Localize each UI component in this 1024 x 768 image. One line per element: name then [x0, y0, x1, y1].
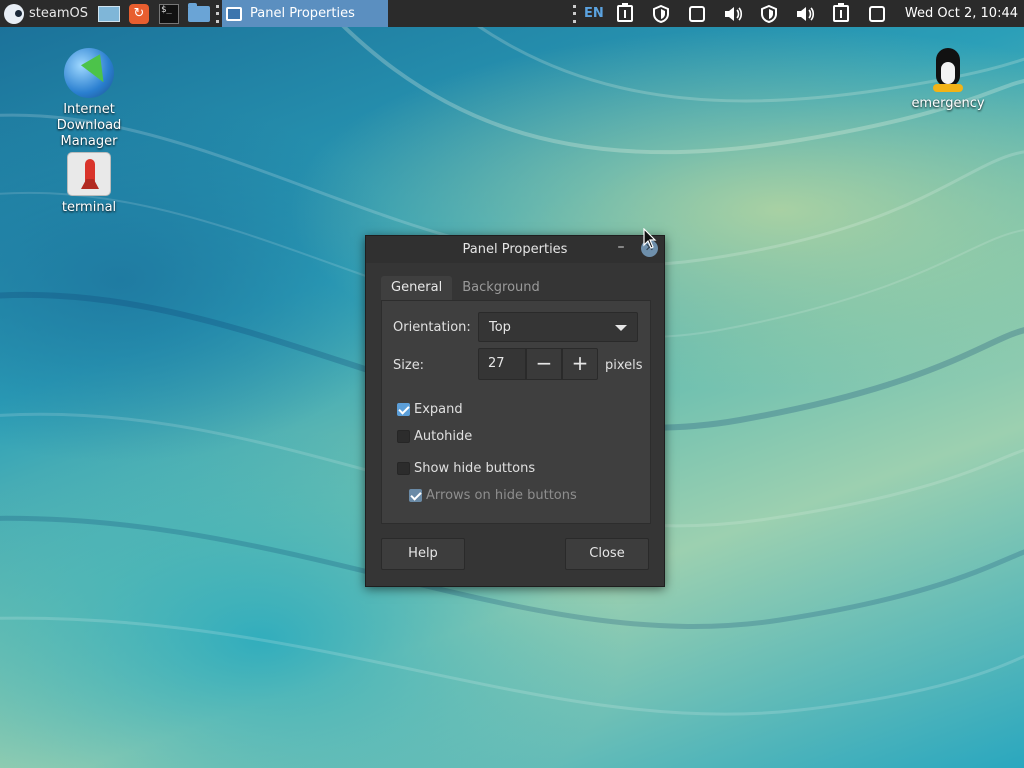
minimize-button[interactable]: –	[613, 240, 629, 256]
close-button[interactable]: Close	[565, 538, 649, 570]
checkbox-label: Expand	[414, 402, 463, 417]
size-unit-label: pixels	[605, 358, 643, 373]
desktop-icon-internet-download-manager[interactable]: Internet Download Manager	[29, 48, 149, 150]
arrows-on-hide-buttons-checkbox	[409, 489, 422, 502]
dialog-title: Panel Properties	[462, 242, 568, 257]
mouse-pointer-icon	[643, 228, 657, 249]
checkbox-label: Show hide buttons	[414, 461, 536, 476]
download-manager-icon	[64, 48, 114, 98]
menu-label: steamOS	[29, 6, 88, 21]
orientation-select[interactable]: Top	[478, 312, 638, 342]
tray-separator	[572, 4, 577, 23]
volume-icon	[724, 6, 742, 21]
expand-checkbox[interactable]	[397, 403, 410, 416]
tray-volume-button-2[interactable]	[787, 0, 823, 27]
tux-penguin-icon	[930, 48, 966, 92]
orientation-value: Top	[489, 319, 511, 335]
software-launcher[interactable]: ↻	[127, 3, 151, 25]
tray-shield-button[interactable]	[643, 0, 679, 27]
software-icon: ↻	[128, 3, 149, 24]
expand-checkbox-row[interactable]: Expand	[397, 402, 463, 417]
taskbar-item-label: Panel Properties	[249, 6, 355, 21]
folder-icon	[187, 2, 210, 22]
tray-volume-button[interactable]	[715, 0, 751, 27]
desktop-icon-label: emergency	[911, 96, 985, 111]
desktop-icon-label: Internet Download Manager	[56, 102, 122, 149]
panel-properties-dialog: Panel Properties – ✕ General Background …	[365, 235, 665, 587]
window-icon	[225, 6, 242, 21]
window-icon	[868, 5, 885, 22]
taskbar-item-panel-properties[interactable]: Panel Properties	[221, 0, 388, 27]
tray-window-button-2[interactable]	[859, 0, 895, 27]
checkbox-label: Autohide	[414, 429, 473, 444]
tab-general[interactable]: General	[381, 276, 453, 300]
arrows-on-hide-buttons-checkbox-row: Arrows on hide buttons	[409, 488, 577, 503]
rocket-icon	[67, 152, 111, 196]
dropdown-arrow-icon	[615, 325, 627, 331]
clipboard-icon	[616, 3, 633, 22]
tray-clipboard-button-2[interactable]	[823, 0, 859, 27]
size-decrement-button[interactable]: −	[526, 348, 562, 380]
help-button[interactable]: Help	[381, 538, 465, 570]
keyboard-layout-indicator[interactable]: EN	[581, 0, 607, 27]
desktop-icon	[97, 5, 120, 22]
desktop-icon-terminal[interactable]: terminal	[29, 152, 149, 216]
tray-shield-button-2[interactable]	[751, 0, 787, 27]
panel-clock[interactable]: Wed Oct 2, 10:44	[895, 6, 1024, 21]
volume-icon	[796, 6, 814, 21]
desktop-icon-emergency[interactable]: emergency	[888, 48, 1008, 112]
steam-logo-icon	[4, 3, 24, 24]
checkbox-label: Arrows on hide buttons	[426, 488, 577, 503]
clipboard-icon	[832, 3, 849, 22]
top-panel: steamOS ↻ $_ Panel Properties EN Wed Oct…	[0, 0, 1024, 27]
shield-icon	[652, 4, 669, 23]
shield-icon	[760, 4, 777, 23]
system-tray: EN Wed Oct 2, 10:44	[572, 0, 1024, 27]
file-manager-launcher[interactable]	[187, 2, 211, 25]
applications-menu-button[interactable]: steamOS	[0, 0, 94, 27]
autohide-checkbox[interactable]	[397, 430, 410, 443]
size-increment-button[interactable]: +	[562, 348, 598, 380]
show-hide-buttons-checkbox[interactable]	[397, 462, 410, 475]
autohide-checkbox-row[interactable]: Autohide	[397, 429, 472, 444]
tray-clipboard-button[interactable]	[607, 0, 643, 27]
general-tab-panel: Orientation: Top Size: 27 − + pixels Exp…	[381, 300, 651, 524]
tab-bar: General Background	[381, 276, 550, 300]
orientation-label: Orientation:	[393, 320, 471, 335]
panel-separator	[215, 4, 220, 23]
tray-window-button[interactable]	[679, 0, 715, 27]
window-icon	[688, 5, 705, 22]
terminal-icon: $_	[158, 3, 179, 24]
size-label: Size:	[393, 358, 425, 373]
dialog-titlebar[interactable]: Panel Properties – ✕	[366, 236, 664, 263]
desktop-icon-label: terminal	[61, 200, 117, 215]
terminal-launcher[interactable]: $_	[157, 3, 181, 25]
show-hide-buttons-checkbox-row[interactable]: Show hide buttons	[397, 461, 535, 476]
size-input[interactable]: 27	[478, 348, 526, 380]
show-desktop-launcher[interactable]	[97, 3, 121, 25]
tab-background[interactable]: Background	[452, 276, 550, 300]
